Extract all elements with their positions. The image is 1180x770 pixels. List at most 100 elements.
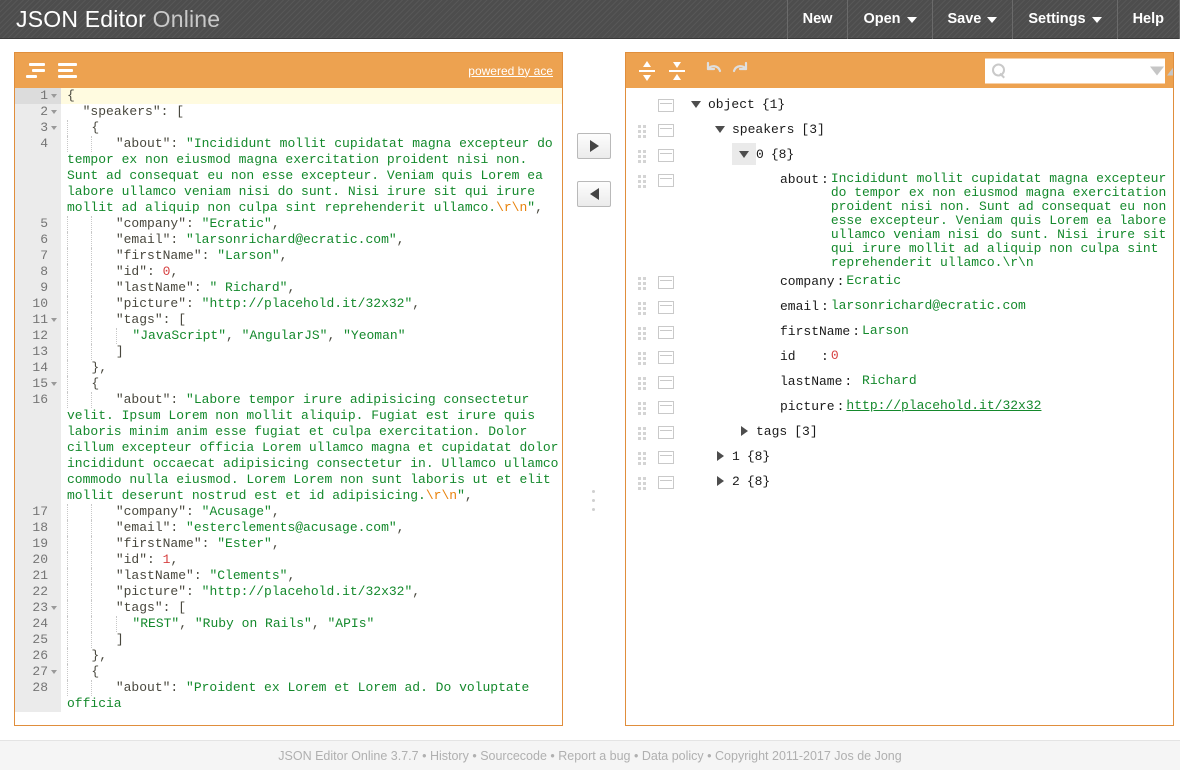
drag-handle-icon[interactable] bbox=[635, 276, 649, 290]
field-icon[interactable] bbox=[658, 149, 674, 162]
tree-node-value[interactable]: Incididunt mollit cupidatat magna except… bbox=[831, 168, 1173, 270]
drag-handle-icon[interactable] bbox=[635, 376, 649, 390]
tree-row[interactable]: id : 0 bbox=[626, 345, 1173, 370]
expand-all-icon[interactable] bbox=[634, 58, 660, 84]
code-editor-body[interactable]: 1 { 2 "speakers": [ 3 bbox=[15, 88, 562, 725]
field-icon[interactable] bbox=[658, 301, 674, 314]
drag-handle-icon[interactable] bbox=[635, 149, 649, 163]
collapse-all-icon[interactable] bbox=[664, 58, 690, 84]
footer-link-report-a-bug[interactable]: Report a bug bbox=[558, 749, 630, 763]
field-icon[interactable] bbox=[658, 326, 674, 339]
menu-item-open[interactable]: Open bbox=[847, 0, 931, 39]
tree-row[interactable]: picture : http://placehold.it/32x32 bbox=[626, 395, 1173, 420]
fold-arrow-icon[interactable] bbox=[51, 318, 57, 322]
fold-arrow-icon[interactable] bbox=[51, 126, 57, 130]
tree-node-value[interactable]: Larson bbox=[862, 320, 909, 338]
expand-toggle[interactable] bbox=[732, 420, 756, 442]
tree-node-value[interactable]: Ecratic bbox=[846, 270, 901, 288]
fold-arrow-icon[interactable] bbox=[51, 110, 57, 114]
field-icon[interactable] bbox=[658, 174, 674, 187]
tree-row[interactable]: email : larsonrichard@ecratic.com bbox=[626, 295, 1173, 320]
menu-item-help[interactable]: Help bbox=[1117, 0, 1180, 39]
code-token: "about" bbox=[116, 136, 171, 151]
footer-link-sourcecode[interactable]: Sourcecode bbox=[480, 749, 547, 763]
field-icon[interactable] bbox=[658, 401, 674, 414]
code-token: "APIs" bbox=[327, 616, 374, 631]
drag-handle-icon[interactable] bbox=[635, 301, 649, 315]
expand-toggle[interactable] bbox=[708, 445, 732, 467]
tree-node-value[interactable]: Richard bbox=[854, 370, 916, 388]
transfer-to-tree-button[interactable] bbox=[577, 133, 611, 159]
tree-node-label[interactable]: id bbox=[780, 345, 819, 364]
drag-handle-icon[interactable] bbox=[635, 401, 649, 415]
footer-link-data-policy[interactable]: Data policy bbox=[642, 749, 704, 763]
field-icon[interactable] bbox=[658, 124, 674, 137]
menu-item-settings[interactable]: Settings bbox=[1012, 0, 1116, 39]
tree-row[interactable]: firstName : Larson bbox=[626, 320, 1173, 345]
tree-node: 2 {8} bbox=[674, 470, 1173, 492]
tree-row[interactable]: tags [3] bbox=[626, 420, 1173, 445]
tree-node-label: speakers bbox=[732, 118, 794, 137]
code-token: "firstName" bbox=[116, 536, 202, 551]
field-icon[interactable] bbox=[658, 426, 674, 439]
tree-row[interactable]: company : Ecratic bbox=[626, 270, 1173, 295]
triangle-up-icon[interactable] bbox=[1167, 66, 1174, 75]
fold-arrow-icon[interactable] bbox=[51, 606, 57, 610]
field-icon[interactable] bbox=[658, 451, 674, 464]
fold-arrow-icon[interactable] bbox=[51, 94, 57, 98]
code-token: "picture" bbox=[116, 584, 186, 599]
triangle-down-icon[interactable] bbox=[1150, 66, 1164, 75]
drag-handle-icon[interactable] bbox=[635, 351, 649, 365]
tree-node-label[interactable]: picture bbox=[780, 395, 835, 414]
arrow-left-icon bbox=[590, 188, 599, 200]
field-icon[interactable] bbox=[658, 376, 674, 389]
drag-handle-icon[interactable] bbox=[635, 476, 649, 490]
drag-handle-icon[interactable] bbox=[635, 124, 649, 138]
tree-node-value-link[interactable]: http://placehold.it/32x32 bbox=[846, 395, 1041, 413]
tree-row[interactable]: 0 {8} bbox=[626, 143, 1173, 168]
expand-toggle[interactable] bbox=[732, 143, 756, 165]
drag-handle-icon[interactable] bbox=[635, 174, 649, 188]
search-box[interactable] bbox=[985, 58, 1165, 83]
field-icon[interactable] bbox=[658, 276, 674, 289]
fold-arrow-icon[interactable] bbox=[51, 670, 57, 674]
line-gutter: 1 bbox=[15, 88, 61, 104]
field-icon[interactable] bbox=[658, 99, 674, 112]
expand-toggle[interactable] bbox=[684, 93, 708, 115]
search-input[interactable] bbox=[991, 60, 1150, 81]
tree-node-label[interactable]: company bbox=[780, 270, 835, 289]
undo-icon[interactable] bbox=[700, 58, 726, 84]
menu-item-new[interactable]: New bbox=[787, 0, 848, 39]
tree-node-label[interactable]: about bbox=[780, 168, 819, 187]
tree-node-label[interactable]: email bbox=[780, 295, 819, 314]
tree-node-label[interactable]: firstName bbox=[780, 320, 850, 339]
tree-row[interactable]: 2 {8} bbox=[626, 470, 1173, 495]
menu-item-save[interactable]: Save bbox=[932, 0, 1013, 39]
tree-node: id : 0 bbox=[674, 345, 1173, 367]
field-icon[interactable] bbox=[658, 476, 674, 489]
powered-by-ace-link[interactable]: powered by ace bbox=[468, 64, 553, 78]
tree-node-value[interactable]: larsonrichard@ecratic.com bbox=[831, 295, 1026, 313]
expand-toggle[interactable] bbox=[708, 118, 732, 140]
compact-lines-icon[interactable] bbox=[58, 63, 80, 79]
fold-arrow-icon[interactable] bbox=[51, 382, 57, 386]
code-token: "Acusage" bbox=[202, 504, 272, 519]
format-lines-icon[interactable] bbox=[26, 63, 48, 79]
field-icon[interactable] bbox=[658, 351, 674, 364]
footer-link-history[interactable]: History bbox=[430, 749, 469, 763]
redo-icon[interactable] bbox=[728, 58, 754, 84]
tree-row[interactable]: about : Incididunt mollit cupidatat magn… bbox=[626, 168, 1173, 270]
tree-row[interactable]: object {1} bbox=[626, 93, 1173, 118]
drag-handle-icon[interactable] bbox=[635, 451, 649, 465]
tree-row[interactable]: lastName : Richard bbox=[626, 370, 1173, 395]
tree-node-value[interactable]: 0 bbox=[831, 345, 839, 363]
transfer-to-code-button[interactable] bbox=[577, 181, 611, 207]
tree-row[interactable]: 1 {8} bbox=[626, 445, 1173, 470]
expand-toggle[interactable] bbox=[708, 470, 732, 492]
tree-node-label[interactable]: lastName bbox=[780, 370, 842, 389]
drag-handle-icon[interactable] bbox=[635, 326, 649, 340]
vertical-splitter-handle[interactable] bbox=[592, 490, 597, 515]
tree-row[interactable]: speakers [3] bbox=[626, 118, 1173, 143]
code-token: "company" bbox=[116, 216, 186, 231]
drag-handle-icon[interactable] bbox=[635, 426, 649, 440]
